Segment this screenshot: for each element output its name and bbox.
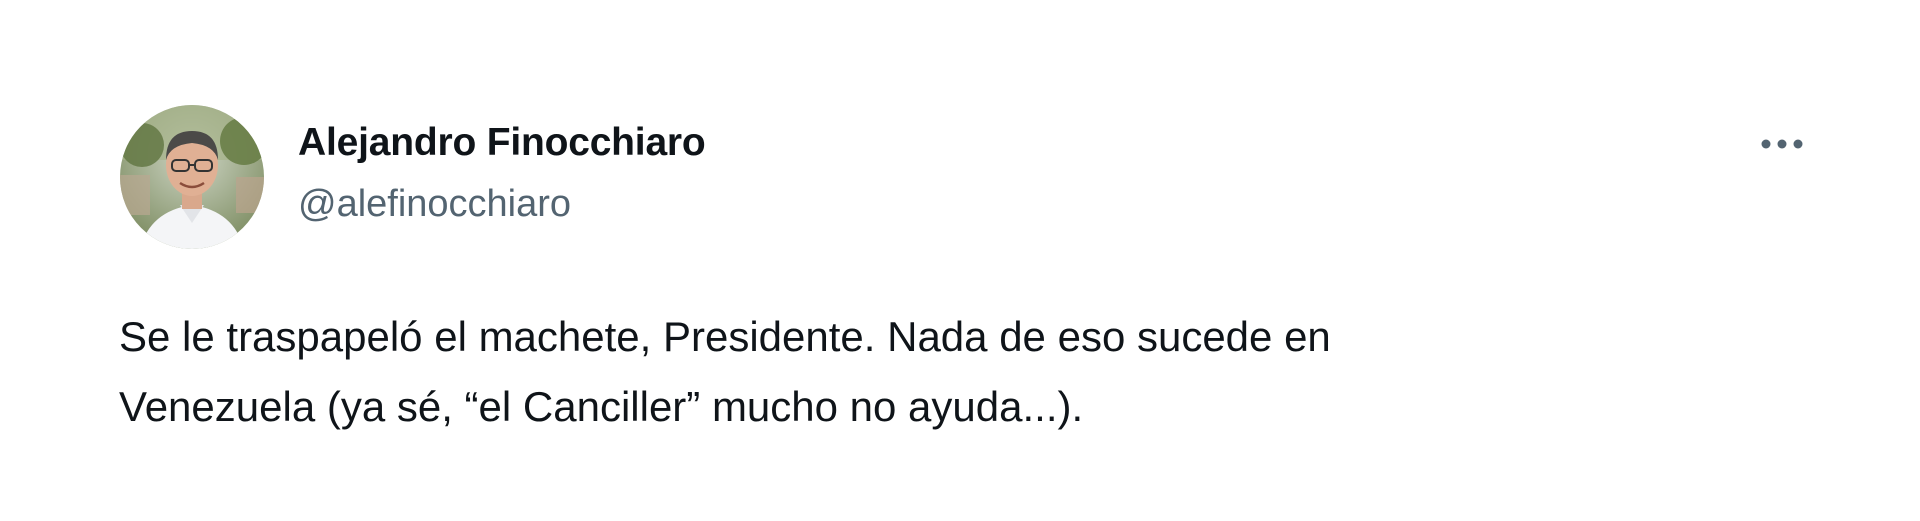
tweet-card: Alejandro Finocchiaro @alefinocchiaro Se… <box>0 0 1920 521</box>
author-handle[interactable]: @alefinocchiaro <box>298 183 571 226</box>
author-display-name[interactable]: Alejandro Finocchiaro <box>298 121 706 165</box>
more-options-button[interactable] <box>1752 124 1812 164</box>
profile-photo <box>120 105 264 249</box>
more-horizontal-icon <box>1761 139 1803 149</box>
avatar[interactable] <box>120 105 264 249</box>
tweet-text: Se le traspapeló el machete, Presidente.… <box>119 302 1679 442</box>
tweet-text-line: Venezuela (ya sé, “el Canciller” mucho n… <box>119 383 1084 430</box>
tweet-text-line: Se le traspapeló el machete, Presidente.… <box>119 313 1331 360</box>
